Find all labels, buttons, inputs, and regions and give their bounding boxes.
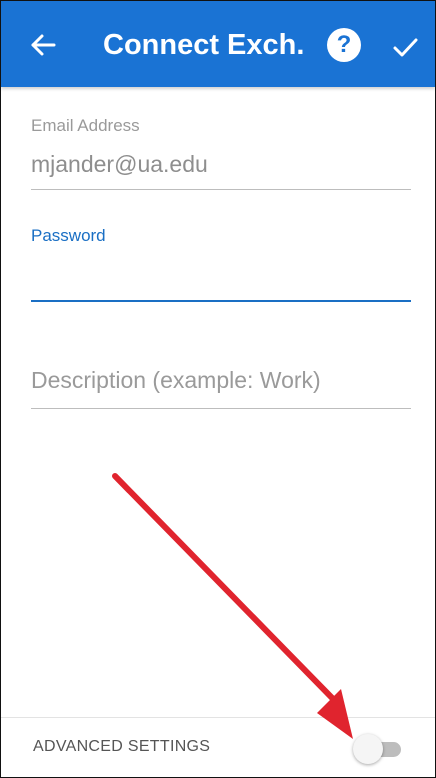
password-field[interactable]: Password bbox=[31, 225, 411, 302]
description-underline bbox=[31, 408, 411, 409]
description-field[interactable]: Description (example: Work) bbox=[31, 363, 411, 409]
back-button[interactable] bbox=[25, 27, 61, 63]
description-input[interactable]: Description (example: Work) bbox=[31, 363, 411, 397]
password-label: Password bbox=[31, 226, 106, 245]
email-underline bbox=[31, 189, 411, 190]
help-button[interactable]: ? bbox=[327, 28, 361, 62]
email-input[interactable]: mjander@ua.edu bbox=[31, 147, 411, 181]
email-label: Email Address bbox=[31, 116, 140, 135]
toggle-knob bbox=[353, 734, 383, 764]
question-circle-icon: ? bbox=[336, 31, 352, 58]
checkmark-icon bbox=[393, 38, 418, 57]
page-title: Connect Exch... bbox=[103, 29, 303, 61]
app-bar: Connect Exch... ? bbox=[1, 1, 435, 87]
password-underline bbox=[31, 300, 411, 302]
advanced-settings-label: ADVANCED SETTINGS bbox=[33, 738, 211, 755]
email-field[interactable]: Email Address mjander@ua.edu bbox=[31, 115, 411, 190]
advanced-settings-toggle[interactable] bbox=[353, 734, 403, 764]
arrow-left-icon bbox=[31, 34, 56, 56]
password-input[interactable] bbox=[31, 257, 411, 291]
annotation-arrow-line bbox=[112, 473, 342, 708]
confirm-button[interactable] bbox=[387, 29, 423, 65]
screen: Connect Exch... ? Email Address mjander@… bbox=[0, 0, 436, 778]
advanced-settings-bar: ADVANCED SETTINGS bbox=[1, 717, 435, 777]
